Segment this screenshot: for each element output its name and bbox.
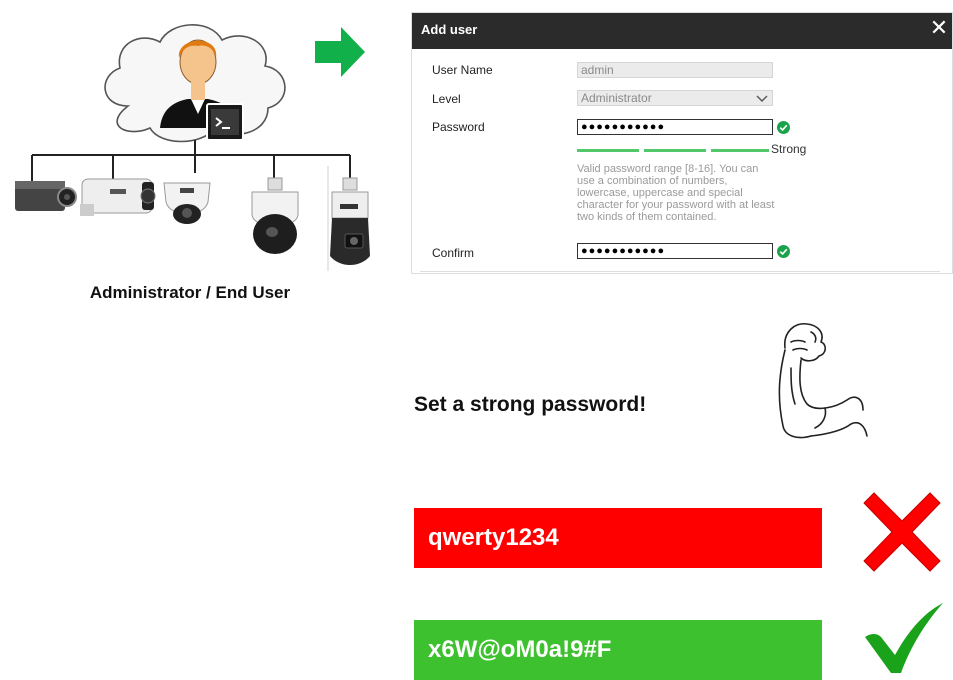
camera-icon — [80, 178, 156, 216]
dialog-divider — [420, 271, 940, 272]
confirm-field[interactable]: ●●●●●●●●●●● — [577, 243, 773, 259]
strong-password-example: x6W@oM0a!9#F — [414, 620, 822, 680]
network-lines — [31, 140, 351, 183]
password-help-text: Valid password range [8-16]. You can use… — [577, 163, 775, 223]
user-name-field[interactable]: admin — [577, 62, 773, 78]
cross-icon — [863, 492, 941, 572]
camera-icon — [163, 182, 211, 224]
strength-bar-1 — [577, 149, 639, 152]
terminal-icon — [206, 103, 244, 141]
arrow-right-icon — [315, 27, 365, 77]
dialog-header: Add user ✕ — [412, 13, 952, 49]
strength-bar-2 — [644, 149, 706, 152]
weak-password-example: qwerty1234 — [414, 508, 822, 568]
close-icon[interactable]: ✕ — [929, 17, 949, 41]
chevron-down-icon — [756, 95, 768, 102]
flexed-arm-icon — [778, 323, 868, 439]
add-user-dialog: Add user ✕ User Name admin Level Adminis… — [411, 12, 953, 274]
role-caption: Administrator / End User — [89, 283, 291, 302]
confirm-label: Confirm — [432, 246, 475, 260]
level-select[interactable]: Administrator — [577, 90, 773, 106]
dialog-title: Add user — [421, 22, 478, 37]
camera-icon — [15, 181, 77, 211]
level-label: Level — [432, 92, 461, 106]
camera-icon — [251, 177, 299, 254]
user-name-label: User Name — [432, 63, 493, 77]
strength-bar-3 — [711, 149, 769, 152]
password-field[interactable]: ●●●●●●●●●●● — [577, 119, 773, 135]
checkmark-icon — [865, 603, 943, 673]
check-circle-icon — [777, 121, 790, 134]
slogan: Set a strong password! — [414, 393, 647, 416]
strength-label: Strong — [771, 142, 807, 156]
camera-icon — [327, 166, 370, 271]
check-circle-icon — [777, 245, 790, 258]
password-label: Password — [432, 120, 485, 134]
level-value: Administrator — [581, 91, 652, 105]
